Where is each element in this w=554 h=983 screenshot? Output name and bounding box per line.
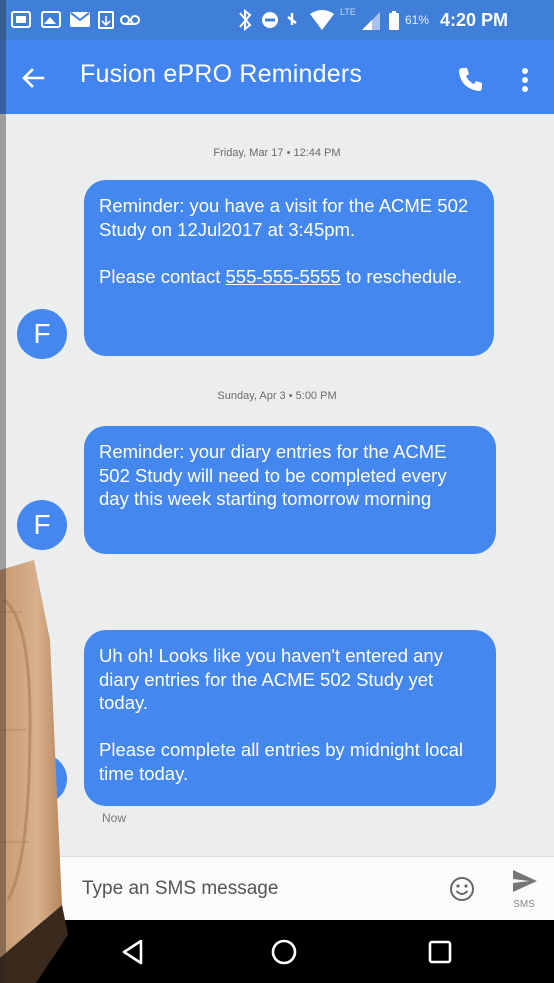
- status-bar: LTE 61% 4:20 PM: [0, 0, 554, 40]
- send-label: SMS: [513, 899, 535, 910]
- message-text: Reminder: your diary entries for the ACM…: [99, 441, 447, 509]
- app-bar: Fusion ePRO Reminders: [0, 40, 554, 114]
- avatar[interactable]: F: [17, 309, 67, 359]
- date-separator: Sunday, Apr 3 • 5:00 PM: [217, 390, 337, 402]
- send-button[interactable]: SMS: [500, 865, 548, 915]
- message-text: to reschedule.: [340, 265, 463, 287]
- nav-home-icon[interactable]: [268, 936, 300, 968]
- phone-icon[interactable]: [456, 64, 486, 94]
- phone-link[interactable]: 555-555-5555: [226, 266, 341, 287]
- phone-screen: LTE 61% 4:20 PM Fusion ePRO Reminders Fr…: [0, 0, 554, 983]
- compose-bar: SMS: [0, 856, 554, 921]
- svg-text:LTE: LTE: [340, 7, 356, 17]
- arrow-back-icon[interactable]: [16, 61, 50, 95]
- message-text: Uh oh! Looks like you haven't entered an…: [99, 645, 464, 784]
- more-vert-icon[interactable]: [515, 64, 535, 96]
- nav-recents-icon[interactable]: [424, 936, 456, 968]
- nav-back-icon[interactable]: [117, 936, 149, 968]
- avatar[interactable]: F: [17, 754, 67, 804]
- avatar[interactable]: F: [17, 500, 67, 550]
- message-thread[interactable]: Friday, Mar 17 • 12:44 PM Reminder: you …: [0, 114, 554, 856]
- send-icon: [513, 870, 537, 892]
- date-separator: Friday, Mar 17 • 12:44 PM: [213, 147, 341, 159]
- message-bubble[interactable]: Reminder: your diary entries for the ACM…: [84, 426, 496, 554]
- battery-percent: 61%: [405, 13, 430, 27]
- navigation-bar: [0, 920, 554, 983]
- message-bubble[interactable]: Reminder: you have a visit for the ACME …: [84, 180, 494, 356]
- message-timestamp: Now: [102, 811, 127, 825]
- emoji-icon[interactable]: [447, 874, 477, 904]
- sms-input[interactable]: [82, 873, 412, 905]
- status-time: 4:20 PM: [440, 10, 509, 30]
- page-title: Fusion ePRO Reminders: [80, 60, 363, 88]
- message-bubble[interactable]: Uh oh! Looks like you haven't entered an…: [84, 630, 496, 806]
- notification-icons: [11, 11, 140, 29]
